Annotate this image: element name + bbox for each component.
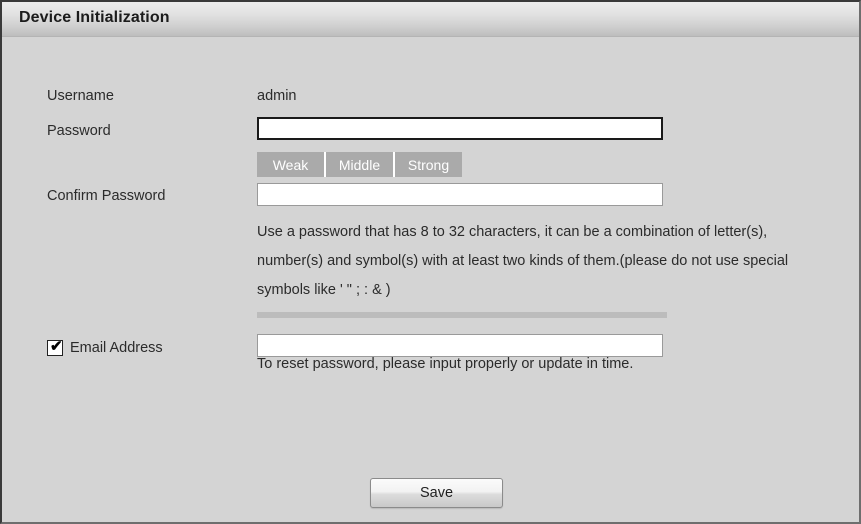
confirm-password-label: Confirm Password xyxy=(47,188,166,204)
strength-segment-weak: Weak xyxy=(257,152,326,177)
section-divider xyxy=(257,312,667,318)
confirm-password-input[interactable] xyxy=(257,183,663,206)
username-label: Username xyxy=(47,88,114,104)
window-title-bar: Device Initialization xyxy=(2,2,859,37)
device-initialization-window: Device Initialization Username admin Pas… xyxy=(0,0,861,524)
email-address-checkbox[interactable]: ✔ xyxy=(47,338,63,356)
email-reset-hint: To reset password, please input properly… xyxy=(257,356,634,372)
checkmark-icon: ✔ xyxy=(50,338,63,355)
page-title: Device Initialization xyxy=(19,9,170,26)
email-address-checkbox-row[interactable]: ✔ Email Address xyxy=(47,338,163,356)
password-label: Password xyxy=(47,123,111,139)
email-address-input[interactable] xyxy=(257,334,663,357)
email-address-label: Email Address xyxy=(70,340,163,356)
initialization-form: Username admin Password Weak Middle Stro… xyxy=(2,38,859,522)
password-input[interactable] xyxy=(257,117,663,140)
strength-segment-middle: Middle xyxy=(326,152,395,177)
strength-segment-strong: Strong xyxy=(407,156,450,173)
password-rules-hint: Use a password that has 8 to 32 characte… xyxy=(257,224,789,298)
username-value: admin xyxy=(257,88,297,104)
password-strength-meter: Weak Middle Strong xyxy=(257,152,462,177)
save-button[interactable]: Save xyxy=(370,478,503,508)
